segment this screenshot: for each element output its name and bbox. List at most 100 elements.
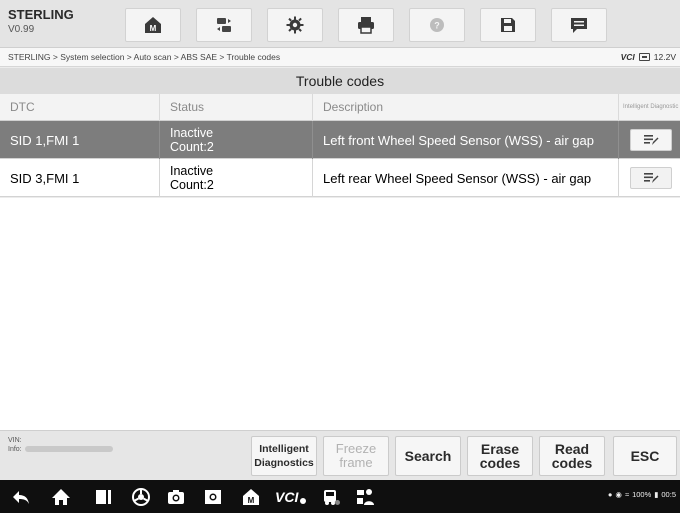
save-icon [501,18,515,32]
battery-percent: 100% [632,490,652,499]
button-label-line2: codes [479,455,521,471]
brand-version: V0.99 [8,24,35,35]
intelligent-diagnostic-button[interactable] [630,129,672,151]
svg-text:M: M [150,24,157,33]
dtc-description: Left rear Wheel Speed Sensor (WSS) - air… [313,159,619,197]
erase-codes-button[interactable]: Erase codes [467,436,533,476]
dtc-status: Inactive Count:2 [160,159,313,197]
dtc-description: Left front Wheel Speed Sensor (WSS) - ai… [313,121,619,159]
intelligent-diagnostic-button[interactable] [630,167,672,189]
gear-icon [286,16,304,34]
vci-voltage: 12.2V [653,52,676,62]
system-home-button[interactable] [50,486,72,508]
brand-name: STERLING [8,7,74,22]
location-icon: ● [607,490,613,499]
button-label: ESC [630,448,660,464]
recents-icon [96,490,111,504]
page-title: Trouble codes [0,68,680,94]
top-toolbar: STERLING V0.99 M ? [0,0,680,48]
vci-manager-button[interactable]: VCI [274,486,308,508]
browser-icon [132,488,150,506]
intelligent-diagnostic-cell [619,121,680,159]
button-label-line2: Diagnostics [254,457,314,469]
table-row[interactable]: SID 1,FMI 1 Inactive Count:2 Left front … [0,121,680,159]
home-button[interactable]: M [125,8,181,42]
camera-button[interactable] [165,486,187,508]
edit-note-icon [644,135,659,145]
remote-support-button[interactable] [354,486,376,508]
vehicle-info: VIN: Info: [8,436,113,454]
message-icon [571,18,587,33]
vehicle-swap-icon [217,18,231,32]
printer-icon [358,17,374,34]
battery-icon [638,53,650,61]
search-button[interactable]: Search [395,436,461,476]
vci-connected-icon: ◉ [615,490,622,499]
back-button[interactable] [10,486,32,508]
status-state: Inactive [170,164,214,178]
freeze-frame-button[interactable]: Freeze frame [323,436,389,476]
intelligent-diagnostics-button[interactable]: Intelligent Diagnostics [251,436,317,476]
screen-brightness-button[interactable] [202,486,224,508]
system-navigation-bar: M VCI ● ◉ ≈ 100% ▮ 00:5 [0,480,680,513]
brand: STERLING V0.99 [8,7,74,35]
info-label: Info: [8,446,22,453]
vin-label: VIN: [8,437,22,444]
dtc-code: SID 3,FMI 1 [0,159,160,197]
home-icon: M [145,17,161,33]
vci-status: VCI 12.2V [621,52,676,62]
battery-icon: ▮ [654,490,659,499]
button-label-line1: Intelligent [259,443,309,455]
back-icon [13,491,29,504]
home-icon [52,489,70,505]
message-button[interactable] [551,8,607,42]
screen: STERLING V0.99 M ? STERLING > System sel… [0,0,680,513]
camera-icon [168,490,184,504]
recents-button[interactable] [92,486,114,508]
vci-label: VCI [620,52,635,62]
button-label: Search [404,448,452,464]
help-button[interactable]: ? [409,8,465,42]
status-state: Inactive [170,126,214,140]
print-button[interactable] [338,8,394,42]
button-label-line2: codes [551,455,593,471]
button-label-line2: frame [339,455,373,470]
help-icon: ? [430,18,444,32]
button-label-line1: Freeze [335,441,377,456]
column-header-dtc: DTC [0,94,160,121]
maxisys-home-icon: M [243,489,259,505]
column-header-intelligent-diagnostic: Intelligent Diagnostic [623,104,679,110]
dtc-code: SID 1,FMI 1 [0,121,160,159]
vci-icon: VCI [275,489,306,505]
remote-support-icon [357,489,374,505]
read-codes-button[interactable]: Read codes [539,436,605,476]
maxisys-home-button[interactable]: M [240,486,262,508]
action-bar: VIN: Info: Intelligent Diagnostics Freeze… [0,430,680,480]
wifi-icon: ≈ [624,490,630,499]
column-header-description: Description [313,94,619,121]
dtc-status: Inactive Count:2 [160,121,313,159]
save-button[interactable] [480,8,536,42]
browser-button[interactable] [130,486,152,508]
redacted-info [24,446,113,453]
breadcrumb: STERLING > System selection > Auto scan … [8,52,281,62]
breadcrumb-bar: STERLING > System selection > Auto scan … [0,48,680,67]
table-row[interactable]: SID 3,FMI 1 Inactive Count:2 Left rear W… [0,159,680,197]
button-label-line1: Erase [480,441,520,457]
truck-button[interactable] [320,486,342,508]
status-count: Count:2 [170,140,214,154]
truck-icon [324,490,340,505]
edit-note-icon [644,173,659,183]
svg-text:?: ? [434,21,440,31]
vehicle-swap-button[interactable] [196,8,252,42]
svg-text:VCI: VCI [275,489,299,505]
intelligent-diagnostic-cell [619,159,680,197]
table-empty-area [0,198,680,430]
status-count: Count:2 [170,178,214,192]
clock: 00:5 [661,490,676,499]
svg-text:M: M [248,496,255,505]
column-header-status: Status [160,94,313,121]
esc-button[interactable]: ESC [613,436,677,476]
info-row: Info: [8,445,113,454]
settings-button[interactable] [267,8,323,42]
